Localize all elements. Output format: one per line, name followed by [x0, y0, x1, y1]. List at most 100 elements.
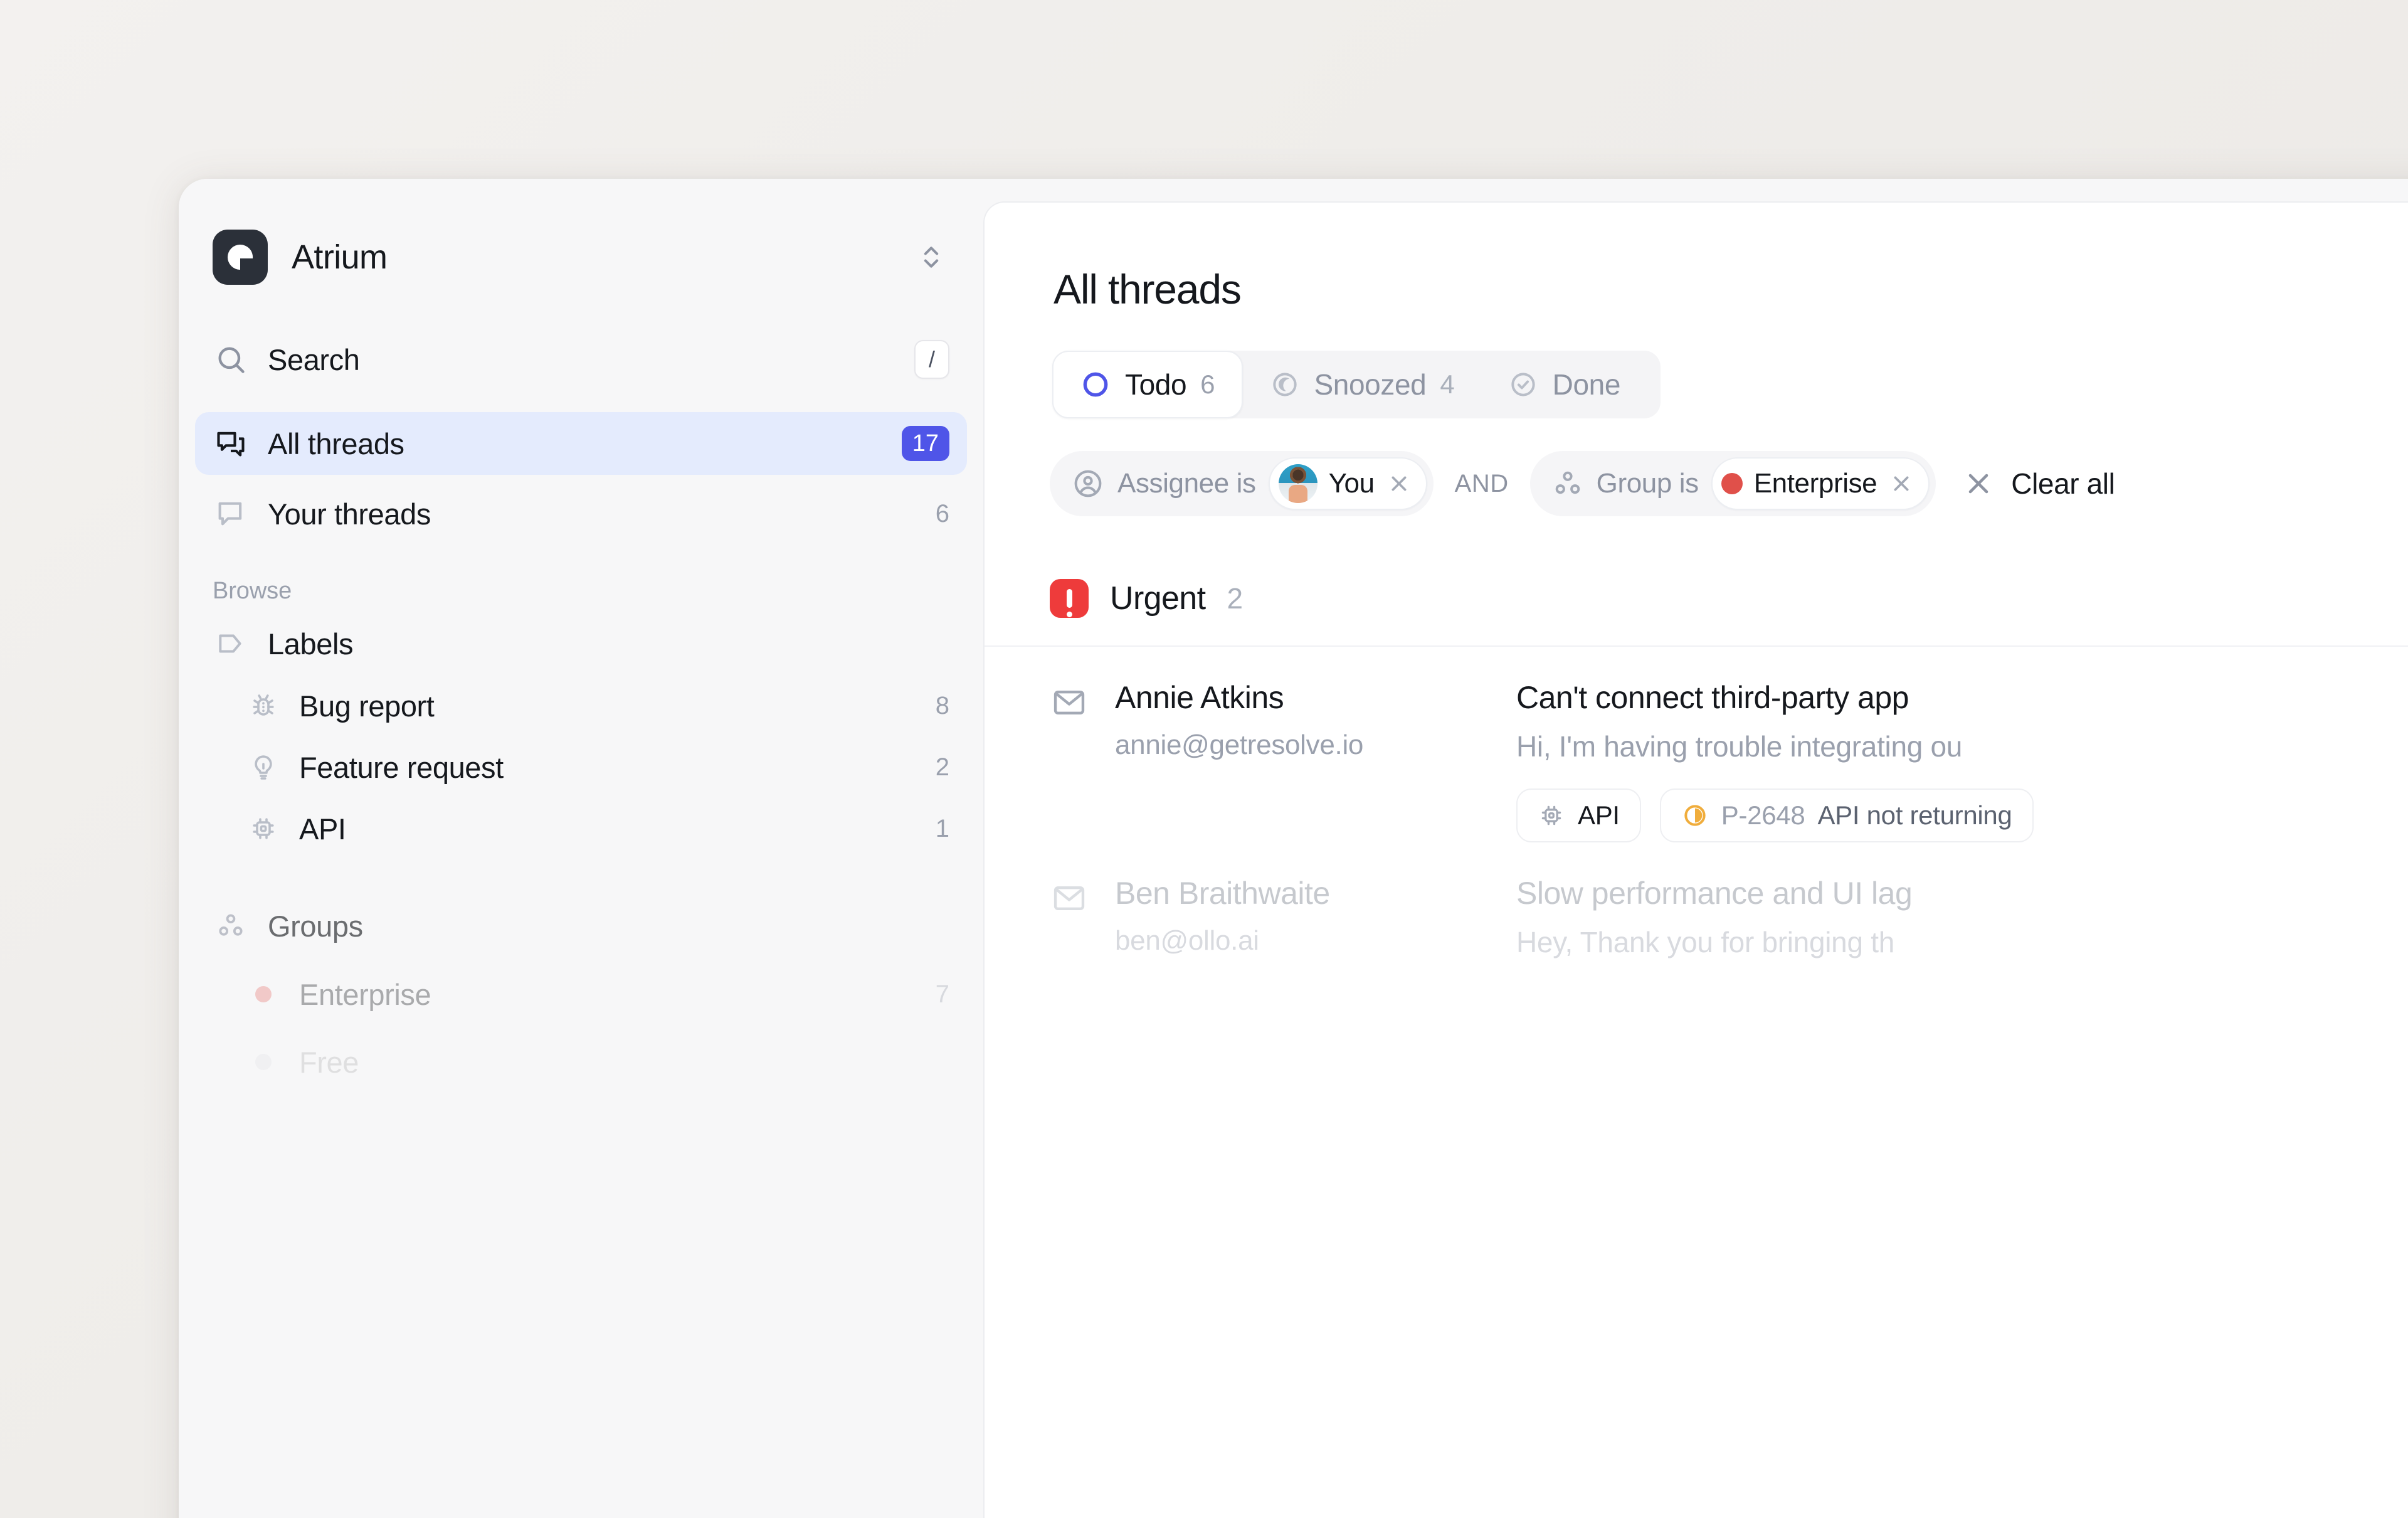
chevron-up-down-icon[interactable]: [913, 239, 949, 275]
group-count: 7: [935, 980, 949, 1008]
search-icon: [213, 341, 249, 378]
sidebar-item-group-enterprise[interactable]: Enterprise 7: [195, 963, 967, 1025]
tab-snoozed[interactable]: Snoozed 4: [1243, 351, 1481, 418]
label-count: 1: [935, 814, 949, 842]
tag-label: API: [1578, 800, 1620, 830]
mail-icon: [1050, 683, 1089, 722]
sidebar-item-labels[interactable]: Labels: [195, 612, 967, 675]
thread-outline-icon: [213, 496, 249, 532]
sidebar-item-api[interactable]: API 1: [195, 798, 967, 859]
half-circle-icon: [1681, 802, 1709, 829]
sidebar-item-label: Labels: [268, 627, 354, 661]
check-circle-icon: [1508, 369, 1539, 400]
lightbulb-icon: [246, 750, 280, 784]
group-color-dot: [1721, 473, 1743, 494]
app-window: Atrium Search / All threads 17 Your thre…: [179, 179, 2408, 1518]
sidebar-item-label: Your threads: [268, 497, 431, 531]
bug-icon: [246, 689, 280, 723]
sidebar-item-label: All threads: [268, 427, 404, 460]
sidebar-item-bug-report[interactable]: Bug report 8: [195, 675, 967, 736]
circle-icon: [1080, 369, 1111, 400]
chip-icon: [246, 812, 280, 846]
moon-icon: [1269, 369, 1301, 400]
issue-title: API not returning: [1817, 800, 2012, 830]
thread-preview: Hi, I'm having trouble integrating ou: [1516, 730, 1963, 763]
browse-section-label: Browse: [213, 578, 292, 604]
tab-done[interactable]: Done: [1481, 351, 1661, 418]
section-name: Urgent: [1110, 580, 1206, 617]
filter-assignee[interactable]: Assignee is You: [1050, 451, 1434, 516]
sidebar: Atrium Search / All threads 17 Your thre…: [179, 179, 983, 1518]
chip-icon: [1538, 802, 1565, 829]
all-threads-count-badge: 17: [901, 426, 949, 461]
search-input[interactable]: Search /: [195, 328, 967, 391]
close-icon[interactable]: [1888, 470, 1914, 497]
screenshot-stage: Atrium Search / All threads 17 Your thre…: [0, 0, 2408, 1518]
thread-preview: Hey, Thank you for bringing th: [1516, 926, 1894, 958]
section-header-urgent[interactable]: Urgent 2: [1050, 579, 2408, 618]
label-count: 2: [935, 753, 949, 781]
group-color-dot: [246, 1045, 280, 1079]
close-icon: [1962, 467, 1995, 500]
thread-body: Slow performance and UI lag Hey, Thank y…: [1516, 875, 2408, 959]
issue-id: P-2648: [1721, 800, 1805, 830]
sidebar-item-group-free[interactable]: Free: [195, 1031, 967, 1093]
urgent-exclamation-icon: [1050, 579, 1089, 618]
table-row[interactable]: Annie Atkins annie@getresolve.io Can't c…: [985, 647, 2408, 842]
page-title: All threads: [1054, 266, 1242, 312]
filter-chip-group[interactable]: Enterprise: [1711, 457, 1930, 510]
tab-label: Done: [1552, 368, 1621, 401]
chip-label: Enterprise: [1753, 468, 1877, 499]
filter-bar: Assignee is You AND Group is Enterprise …: [1050, 451, 2408, 516]
sender-name: Annie Atkins: [1115, 680, 1284, 715]
thread-subject: Can't connect third-party app: [1516, 680, 1909, 715]
tab-label: Snoozed: [1314, 368, 1427, 401]
filter-group-text: Group is: [1596, 468, 1699, 499]
atrium-pie-logo-icon: [213, 230, 268, 285]
sidebar-item-label: Free: [299, 1045, 359, 1079]
tag-linked-issue[interactable]: P-2648 API not returning: [1659, 788, 2034, 842]
thread-body: Can't connect third-party app Hi, I'm ha…: [1516, 679, 2408, 842]
sidebar-item-groups[interactable]: Groups: [195, 894, 967, 957]
tab-label: Todo: [1125, 368, 1187, 401]
search-shortcut-badge: /: [914, 340, 949, 379]
content-bottom-fade: [985, 1364, 2408, 1518]
sidebar-bottom-fade: [179, 1320, 983, 1518]
tab-count: 4: [1440, 369, 1455, 399]
label-count: 8: [935, 691, 949, 719]
filter-chip-assignee[interactable]: You: [1268, 457, 1427, 510]
sidebar-item-your-threads[interactable]: Your threads 6: [195, 482, 967, 545]
your-threads-count: 6: [935, 499, 949, 528]
sidebar-item-all-threads[interactable]: All threads 17: [195, 412, 967, 475]
table-row[interactable]: Ben Braithwaite ben@ollo.ai Slow perform…: [985, 842, 2408, 959]
user-circle-icon: [1071, 467, 1105, 501]
thread-tags: API P-2648 API not returning: [1516, 788, 2408, 842]
thread-sender: Annie Atkins annie@getresolve.io: [1115, 679, 1516, 842]
section-count: 2: [1227, 582, 1244, 615]
tab-count: 6: [1200, 369, 1215, 399]
sidebar-item-label: API: [299, 812, 346, 846]
main-panel: All threads Todo 6 Snoozed 4 Done Assign…: [983, 201, 2408, 1518]
status-tab-group: Todo 6 Snoozed 4 Done: [1052, 351, 1661, 418]
filter-group[interactable]: Group is Enterprise: [1529, 451, 1936, 516]
clear-all-filters-button[interactable]: Clear all: [1962, 467, 2115, 501]
group-color-dot: [246, 977, 280, 1011]
tag-api[interactable]: API: [1516, 788, 1641, 842]
user-photo-avatar: [1278, 464, 1318, 503]
thread-subject: Slow performance and UI lag: [1516, 876, 1913, 911]
workspace-name: Atrium: [292, 238, 388, 276]
sidebar-item-label: Enterprise: [299, 977, 431, 1011]
close-icon[interactable]: [1386, 470, 1412, 497]
sidebar-item-feature-request[interactable]: Feature request 2: [195, 736, 967, 798]
mail-icon: [1050, 879, 1089, 918]
threads-icon: [213, 425, 249, 462]
clear-all-label: Clear all: [2011, 467, 2115, 500]
filter-assignee-text: Assignee is: [1117, 468, 1256, 499]
tab-todo[interactable]: Todo 6: [1052, 351, 1243, 418]
tag-icon: [213, 625, 249, 662]
workspace-switcher[interactable]: Atrium: [179, 210, 983, 304]
search-label: Search: [268, 342, 360, 376]
filter-conjunction: AND: [1454, 469, 1509, 497]
groups-icon: [1551, 467, 1584, 500]
sender-email: ben@ollo.ai: [1115, 925, 1259, 956]
